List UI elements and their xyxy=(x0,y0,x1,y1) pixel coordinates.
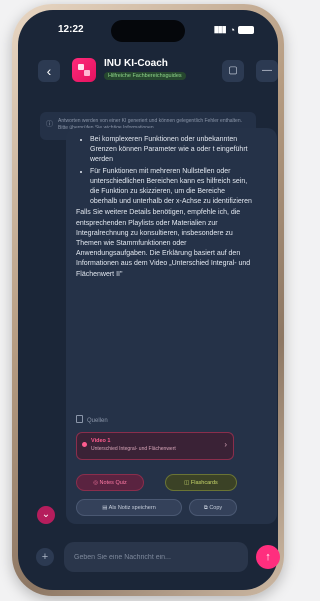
bookmark-button[interactable]: ▢ xyxy=(222,60,244,82)
chat-header: ‹ INU KI-Coach Hilfreiche Fachbereichsgu… xyxy=(18,54,278,100)
status-time: 12:22 xyxy=(58,24,84,35)
bullet-item: Für Funktionen mit mehreren Nullstellen … xyxy=(90,167,252,208)
info-icon: ⓘ xyxy=(46,121,53,128)
copy-button[interactable]: ⧉ Copy xyxy=(189,499,237,516)
video-icon xyxy=(82,442,87,447)
message-input[interactable] xyxy=(64,542,248,572)
signal-icon: ▮▮▮ xyxy=(213,24,227,34)
message-composer: + ↑ xyxy=(0,536,297,582)
battery-icon xyxy=(238,25,254,34)
notes-quiz-button[interactable]: ◎ Notes Quiz xyxy=(76,474,144,491)
chevron-left-icon: ‹ xyxy=(46,63,52,79)
more-icon: — xyxy=(262,65,272,76)
arrow-down-icon: ⌄ xyxy=(41,509,51,520)
scroll-down-button[interactable]: ⌄ xyxy=(37,506,55,524)
attach-button[interactable]: + xyxy=(36,548,54,566)
message-bullets: Bei komplexeren Funktionen oder unbekann… xyxy=(66,135,252,207)
save-note-button[interactable]: ▤ Als Notiz speichern xyxy=(76,499,182,516)
wifi-icon: ◔ xyxy=(229,24,236,35)
assistant-message-text: Bei komplexeren Funktionen oder unbekann… xyxy=(66,135,252,280)
arrow-up-icon: ↑ xyxy=(265,551,271,563)
send-button[interactable]: ↑ xyxy=(256,545,280,569)
document-icon xyxy=(76,415,83,423)
sources-label: Quellen xyxy=(76,415,108,424)
flashcards-button[interactable]: ◫ Flashcards xyxy=(165,474,237,491)
menu-button[interactable]: — xyxy=(256,60,278,82)
chevron-right-icon: › xyxy=(224,440,227,449)
bullet-item: Bei komplexeren Funktionen oder unbekann… xyxy=(90,135,252,166)
status-bar: 12:22 ▮▮▮ ◔ xyxy=(18,22,278,42)
bookmark-icon: ▢ xyxy=(228,65,238,76)
status-icons: ▮▮▮ ◔ xyxy=(214,24,254,35)
coach-avatar xyxy=(72,58,96,82)
source-title: Video 1 xyxy=(91,438,111,444)
source-subtitle: Unterschied Integral- und Flächenwert xyxy=(91,446,176,452)
chat-title: INU KI-Coach xyxy=(104,58,168,69)
plus-icon: + xyxy=(41,551,49,563)
source-card[interactable]: Video 1 Unterschied Integral- und Fläche… xyxy=(76,432,234,460)
cards-icon: ◫ xyxy=(184,480,191,486)
status-badge: Hilfreiche Fachbereichsguides xyxy=(104,72,186,80)
back-button[interactable]: ‹ xyxy=(38,60,60,82)
message-paragraph: Falls Sie weitere Details benötigen, emp… xyxy=(76,209,251,278)
